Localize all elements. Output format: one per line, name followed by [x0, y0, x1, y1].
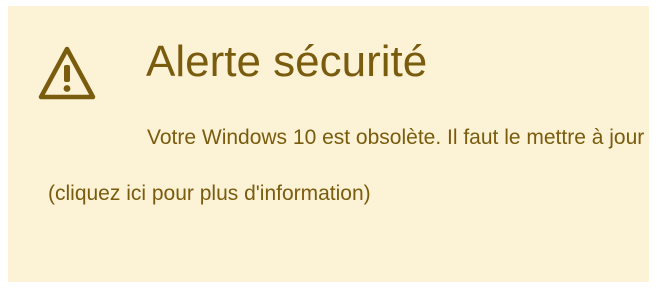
security-alert-banner: Alerte sécurité Votre Windows 10 est obs…: [8, 6, 649, 282]
alert-message-link[interactable]: Votre Windows 10 est obsolète. Il faut l…: [48, 126, 644, 205]
warning-triangle-icon: [38, 46, 96, 100]
alert-message[interactable]: Votre Windows 10 est obsolète. Il faut l…: [48, 110, 648, 222]
alert-title: Alerte sécurité: [146, 37, 428, 86]
